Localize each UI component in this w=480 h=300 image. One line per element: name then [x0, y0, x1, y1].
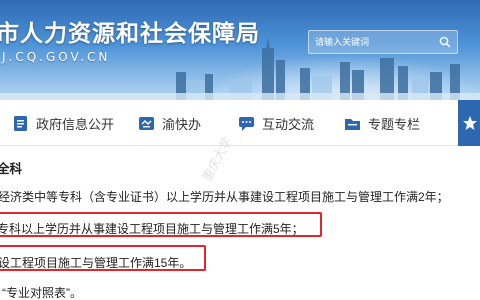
search-icon[interactable] [439, 36, 451, 48]
site-title[interactable]: 市人力资源和社会保障局 [0, 14, 260, 48]
nav-label: 专题专栏 [368, 116, 421, 132]
site-url: J.CQ.GOV.CN [2, 50, 111, 64]
highlight-box-2 [0, 245, 206, 271]
nav-label: 政府信息公开 [36, 116, 115, 132]
document-icon [12, 115, 29, 132]
handshake-icon [138, 115, 155, 132]
nav-label: 互动交流 [262, 116, 315, 132]
nav-label: 渝快办 [162, 116, 202, 132]
main-nav: 政府信息公开 渝快办 互动交流 专题专栏 [0, 100, 480, 146]
nav-item-interaction[interactable]: 互动交流 [238, 100, 314, 146]
requirement-line-1: 经济类中等专科（含专业证书）以上学历并从事建设工程项目施工与管理工作满2年； [0, 190, 449, 204]
section-heading: 全科 [0, 162, 23, 176]
folder-icon [344, 115, 361, 132]
nav-item-gov-info[interactable]: 政府信息公开 [12, 100, 114, 146]
chat-icon [238, 115, 255, 132]
star-icon [463, 116, 477, 130]
site-banner: 市人力资源和社会保障局 J.CQ.GOV.CN [0, 0, 480, 100]
nav-item-special-topics[interactable]: 专题专栏 [344, 100, 420, 146]
favorite-button[interactable] [458, 100, 480, 146]
highlight-box-1 [0, 212, 322, 237]
reference-link-text[interactable]: “专业对照表”。 [2, 284, 82, 300]
search-box[interactable] [308, 30, 458, 54]
nav-item-yukuaiban[interactable]: 渝快办 [138, 100, 201, 146]
search-input[interactable] [315, 34, 435, 50]
article-content: 重庆大学 全科 经济类中等专科（含专业证书）以上学历并从事建设工程项目施工与管理… [0, 135, 480, 300]
